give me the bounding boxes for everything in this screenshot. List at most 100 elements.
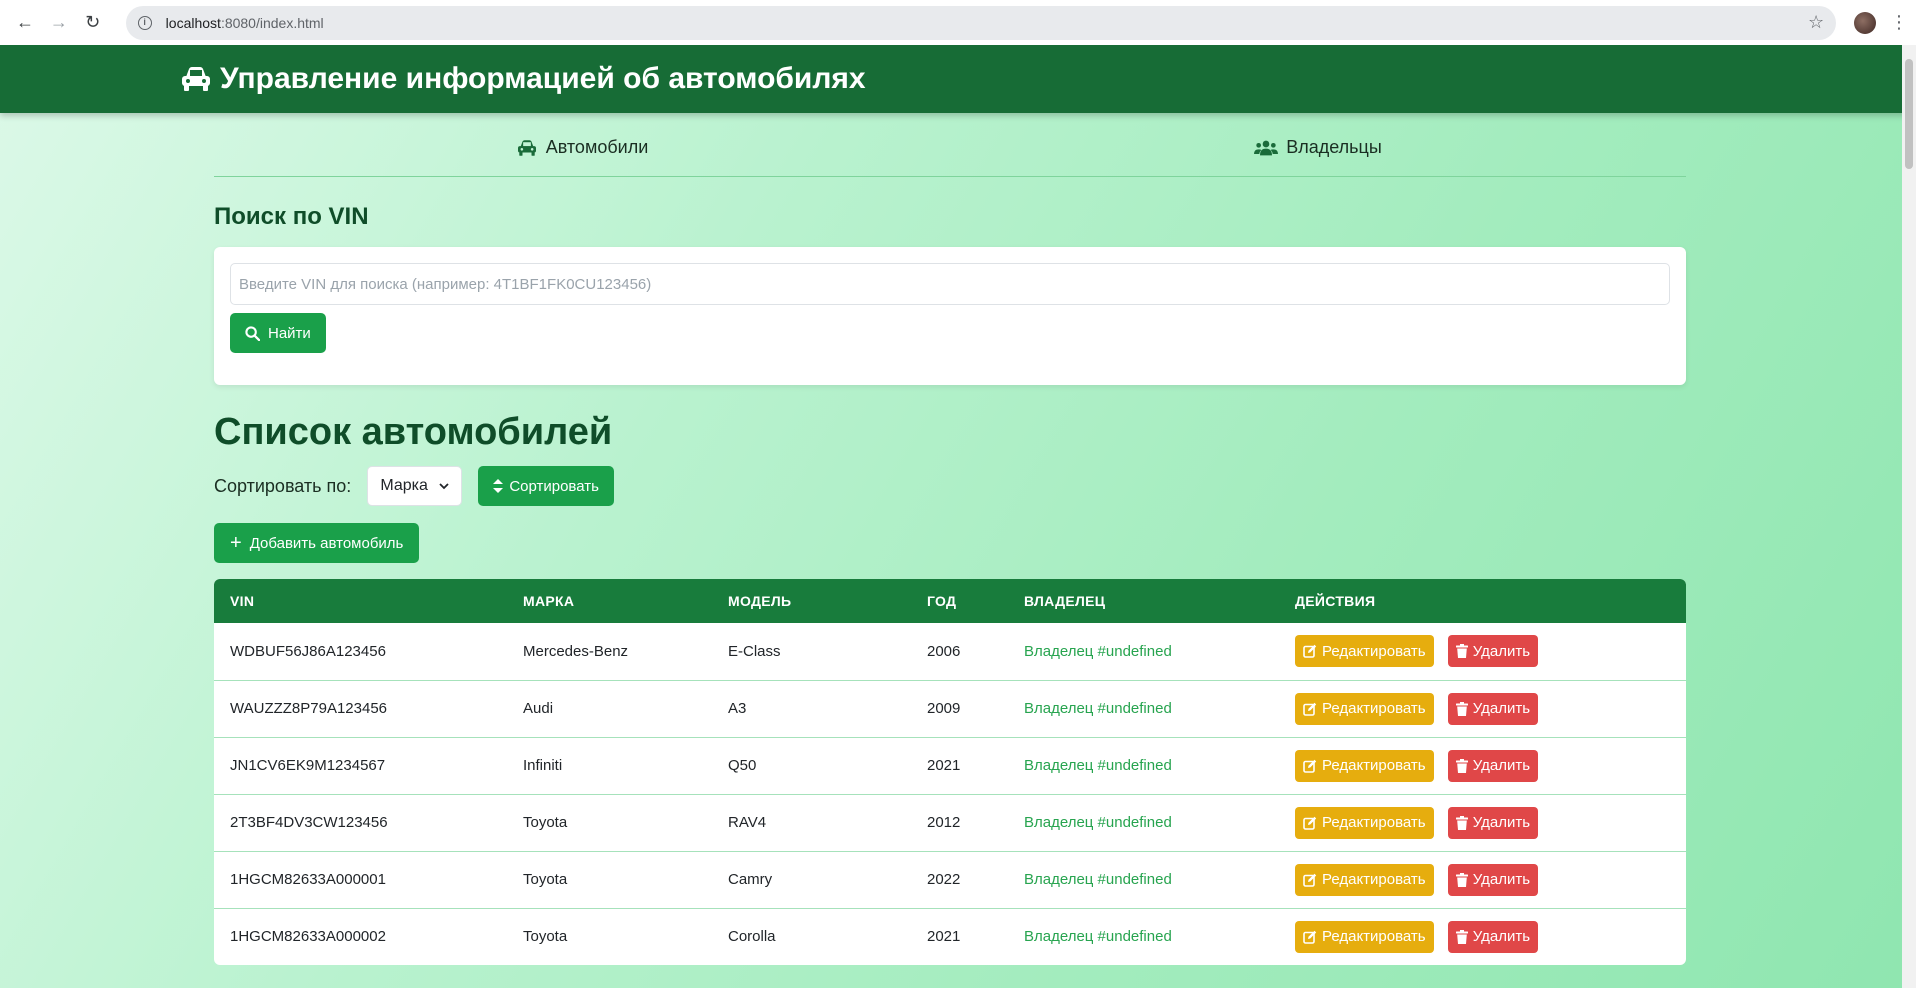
car-icon [182,67,210,91]
table-header-row: VIN МАРКА МОДЕЛЬ ГОД ВЛАДЕЛЕЦ ДЕЙСТВИЯ [214,579,1686,623]
address-bar[interactable]: i localhost:8080/index.html ☆ [125,5,1837,40]
search-button[interactable]: Найти [230,313,326,353]
actions-cell: Редактировать Удалить [1279,793,1686,851]
add-car-button-label: Добавить автомобиль [249,534,404,552]
owner-link[interactable]: Владелец #undefined [1024,871,1172,888]
make-cell: Mercedes-Benz [523,642,629,660]
owner-link[interactable]: Владелец #undefined [1024,700,1172,717]
make-cell: Audi [507,679,712,737]
delete-button-label: Удалить [1472,642,1531,660]
delete-button[interactable]: Удалить [1447,749,1539,782]
column-header-model: МОДЕЛЬ [712,579,911,623]
delete-button[interactable]: Удалить [1447,692,1539,725]
browser-menu-icon[interactable]: ⋮ [1890,12,1908,33]
edit-button[interactable]: Редактировать [1295,920,1434,953]
owner-link[interactable]: Владелец #undefined [1024,643,1172,660]
make-cell: Toyota [507,907,712,965]
edit-icon [1303,873,1317,887]
actions-cell: Редактировать Удалить [1279,736,1686,794]
vin-cell: WAUZZZ8P79A123456 [214,679,507,737]
back-icon[interactable]: ← [8,6,42,40]
owner-link[interactable]: Владелец #undefined [1024,928,1172,945]
table-row: WDBUF56J86A123456 Mercedes-Benz E-Class … [214,623,1686,680]
cars-table: VIN МАРКА МОДЕЛЬ ГОД ВЛАДЕЛЕЦ ДЕЙСТВИЯ W… [214,579,1686,965]
year-cell: 2009 [911,679,1008,737]
page-viewport: Управление информацией об автомобилях Ав… [0,45,1916,988]
trash-icon [1455,872,1468,887]
owner-cell: Владелец #undefined [1008,679,1279,737]
owner-cell: Владелец #undefined [1008,736,1279,794]
edit-button-label: Редактировать [1322,814,1426,831]
edit-button-label: Редактировать [1322,928,1426,946]
users-icon [1254,140,1279,155]
edit-button[interactable]: Редактировать [1295,863,1434,896]
table-row: 1HGCM82633A000002 Toyota Corolla 2021 Вл… [214,907,1686,965]
main-container: Автомобили Владельцы Поиск по VIN Введит… [214,113,1686,965]
edit-button-label: Редактировать [1322,871,1426,888]
tab-cars-label: Автомобили [545,137,649,157]
sort-button[interactable]: Сортировать [478,466,614,506]
make-cell: Toyota [507,850,712,908]
plus-icon: + [230,532,242,554]
tab-owners[interactable]: Владельцы [950,113,1686,176]
table-row: WAUZZZ8P79A123456 Audi A3 2009 Владелец … [214,679,1686,737]
edit-button[interactable]: Редактировать [1295,749,1434,782]
owner-cell: Владелец #undefined [1008,907,1279,965]
make-cell: Toyota [507,793,712,851]
vertical-scrollbar[interactable] [1902,45,1916,988]
sort-selected-value: Марка [380,477,428,494]
year-cell: 2021 [911,907,1008,965]
site-info-icon[interactable]: i [137,15,152,30]
site-title: Управление информацией об автомобилях [220,62,866,95]
vin-cell: 2T3BF4DV3CW123456 [214,793,507,851]
profile-avatar[interactable] [1854,11,1876,34]
car-list-title: Список автомобилей [214,411,613,453]
sort-field-select[interactable]: Марка [367,466,463,506]
chevron-down-icon [439,483,449,490]
bookmark-star-icon[interactable]: ☆ [1808,12,1824,33]
tab-bar: Автомобили Владельцы [214,113,1686,177]
add-car-button[interactable]: + Добавить автомобиль [214,523,420,563]
actions-cell: Редактировать Удалить [1279,907,1686,965]
delete-button[interactable]: Удалить [1447,806,1539,839]
model-cell: Q50 [712,736,911,794]
delete-button[interactable]: Удалить [1447,635,1539,668]
column-header-make: МАРКА [507,579,712,623]
vin-cell: WDBUF56J86A123456 [230,642,386,660]
delete-button[interactable]: Удалить [1447,863,1539,896]
trash-icon [1455,815,1468,830]
delete-button[interactable]: Удалить [1447,920,1539,953]
sort-label: Сортировать по: [214,475,352,496]
table-row: 1HGCM82633A000001 Toyota Camry 2022 Влад… [214,850,1686,908]
scrollbar-thumb[interactable] [1905,59,1913,169]
edit-icon [1303,759,1317,773]
url-path: :8080/index.html [220,14,324,31]
tab-cars[interactable]: Автомобили [214,113,950,176]
edit-button-label: Редактировать [1322,757,1426,774]
edit-button[interactable]: Редактировать [1295,806,1434,839]
owner-link[interactable]: Владелец #undefined [1024,757,1172,774]
edit-icon [1303,702,1317,716]
vin-search-input[interactable] [230,263,1670,305]
reload-icon[interactable]: ↻ [76,6,110,40]
car-icon [517,139,536,156]
owner-link[interactable]: Владелец #undefined [1024,814,1172,831]
year-cell: 2006 [927,642,961,660]
edit-button[interactable]: Редактировать [1295,635,1434,668]
site-header: Управление информацией об автомобилях [0,45,1916,113]
forward-icon[interactable]: → [42,6,76,40]
delete-button-label: Удалить [1472,928,1531,946]
url-text[interactable]: localhost:8080/index.html [166,15,324,31]
search-icon [245,325,260,341]
trash-icon [1455,758,1468,773]
url-host: localhost [165,14,221,31]
edit-button-label: Редактировать [1322,700,1426,717]
edit-button[interactable]: Редактировать [1295,692,1434,725]
model-cell: A3 [712,679,911,737]
model-cell: RAV4 [712,793,911,851]
sort-controls: Сортировать по: Марка Сортировать [214,466,1686,506]
search-section-title: Поиск по VIN [214,203,369,230]
make-cell: Infiniti [507,736,712,794]
browser-toolbar: ← → ↻ i localhost:8080/index.html ☆ ⋮ [0,0,1916,45]
column-header-owner: ВЛАДЕЛЕЦ [1008,579,1279,623]
